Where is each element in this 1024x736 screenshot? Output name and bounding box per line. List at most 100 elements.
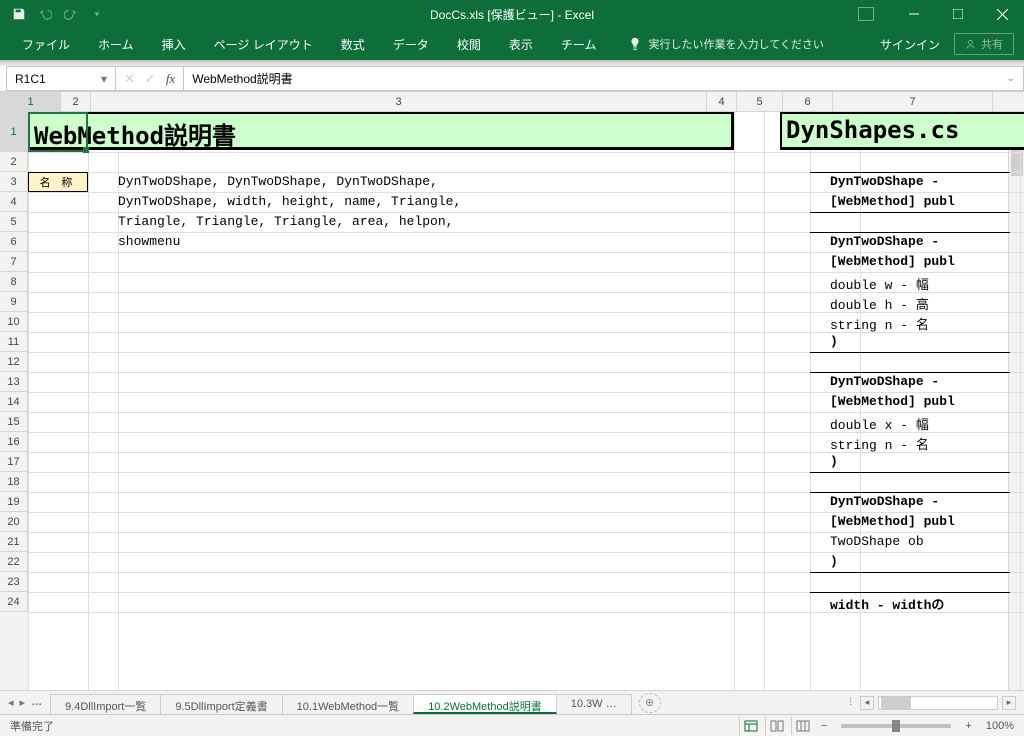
code-text[interactable]: ): [830, 454, 838, 469]
zoom-slider[interactable]: [841, 724, 951, 728]
select-all-button[interactable]: [0, 92, 1, 112]
row-header[interactable]: 24: [0, 592, 28, 612]
page-break-view-icon[interactable]: [791, 717, 815, 735]
zoom-out-button[interactable]: −: [817, 720, 831, 732]
ribbon-tab-8[interactable]: チーム: [547, 28, 611, 60]
row-header[interactable]: 22: [0, 552, 28, 572]
close-button[interactable]: [980, 0, 1024, 28]
ribbon-tab-1[interactable]: ホーム: [84, 28, 148, 60]
redo-icon[interactable]: [60, 3, 82, 25]
row-header[interactable]: 21: [0, 532, 28, 552]
code-text[interactable]: DynTwoDShape -: [830, 374, 939, 389]
ribbon-tab-2[interactable]: 挿入: [148, 28, 200, 60]
code-text[interactable]: [WebMethod] publ: [830, 194, 955, 209]
page-layout-view-icon[interactable]: [765, 717, 789, 735]
ribbon-tab-0[interactable]: ファイル: [8, 28, 84, 60]
row-header[interactable]: 3: [0, 172, 28, 192]
scrollbar-thumb[interactable]: [881, 697, 911, 709]
new-sheet-button[interactable]: ⊕: [639, 693, 661, 713]
minimize-button[interactable]: [892, 0, 936, 28]
column-header[interactable]: 5: [737, 92, 783, 112]
formula-input[interactable]: WebMethod説明書 ⌄: [183, 66, 1024, 91]
column-header[interactable]: 8: [993, 92, 1024, 112]
row-header[interactable]: 11: [0, 332, 28, 352]
body-text[interactable]: DynTwoDShape, width, height, name, Trian…: [118, 194, 461, 209]
row-header[interactable]: 5: [0, 212, 28, 232]
code-text[interactable]: width - widthの: [830, 594, 944, 613]
row-header[interactable]: 23: [0, 572, 28, 592]
row-header[interactable]: 14: [0, 392, 28, 412]
column-header[interactable]: 7: [833, 92, 993, 112]
row-header[interactable]: 7: [0, 252, 28, 272]
code-text[interactable]: DynTwoDShape -: [830, 494, 939, 509]
sheet-nav-first-icon[interactable]: ◂: [8, 696, 14, 709]
row-header[interactable]: 9: [0, 292, 28, 312]
name-box[interactable]: R1C1 ▾: [6, 66, 116, 91]
row-header[interactable]: 8: [0, 272, 28, 292]
code-text[interactable]: double x - 幅: [830, 414, 929, 433]
column-header[interactable]: 1: [1, 92, 61, 112]
code-text[interactable]: [WebMethod] publ: [830, 254, 955, 269]
zoom-slider-knob[interactable]: [892, 720, 900, 732]
hscroll-left-icon[interactable]: ◂: [860, 696, 874, 710]
code-text[interactable]: [WebMethod] publ: [830, 514, 955, 529]
sheet-nav-next-icon[interactable]: ▸: [20, 696, 26, 709]
row-header[interactable]: 13: [0, 372, 28, 392]
cancel-formula-icon[interactable]: ✕: [124, 71, 135, 87]
sheet-tab[interactable]: 9.5DllImport定義書: [160, 694, 282, 714]
column-header[interactable]: 4: [707, 92, 737, 112]
code-text[interactable]: double h - 高: [830, 294, 929, 313]
qat-dropdown-icon[interactable]: ▾: [86, 3, 108, 25]
body-text[interactable]: Triangle, Triangle, Triangle, area, help…: [118, 214, 453, 229]
code-text[interactable]: DynTwoDShape -: [830, 234, 939, 249]
row-header[interactable]: 6: [0, 232, 28, 252]
zoom-in-button[interactable]: +: [961, 720, 975, 732]
cells-area[interactable]: WebMethod説明書DynShapes.cs名 称DynTwoDShape,…: [28, 112, 1024, 690]
chevron-down-icon[interactable]: ▾: [101, 72, 107, 86]
row-header[interactable]: 4: [0, 192, 28, 212]
code-text[interactable]: ): [830, 334, 838, 349]
row-header[interactable]: 10: [0, 312, 28, 332]
sheet-tab[interactable]: 10.3W …: [556, 694, 632, 714]
code-text[interactable]: DynTwoDShape -: [830, 174, 939, 189]
expand-formula-bar-icon[interactable]: ⌄: [1007, 73, 1015, 84]
share-button[interactable]: 共有: [954, 33, 1014, 55]
ribbon-tab-3[interactable]: ページ レイアウト: [200, 28, 327, 60]
code-text[interactable]: [WebMethod] publ: [830, 394, 955, 409]
code-text[interactable]: TwoDShape ob: [830, 534, 924, 549]
signin-link[interactable]: サインイン: [880, 36, 940, 53]
zoom-level[interactable]: 100%: [986, 720, 1014, 732]
ribbon-tab-4[interactable]: 数式: [327, 28, 379, 60]
ribbon-tab-5[interactable]: データ: [379, 28, 443, 60]
sheet-tab[interactable]: 10.1WebMethod一覧: [282, 694, 415, 714]
row-header[interactable]: 1: [0, 112, 28, 152]
sheet-nav-more-icon[interactable]: …: [31, 696, 42, 709]
code-text[interactable]: string n - 名: [830, 314, 929, 333]
row-header[interactable]: 12: [0, 352, 28, 372]
sheet-title-right[interactable]: DynShapes.cs: [780, 112, 1024, 150]
maximize-button[interactable]: [936, 0, 980, 28]
row-header[interactable]: 17: [0, 452, 28, 472]
ribbon-display-options[interactable]: [858, 7, 874, 21]
ribbon-tab-7[interactable]: 表示: [495, 28, 547, 60]
row-header[interactable]: 16: [0, 432, 28, 452]
code-text[interactable]: ): [830, 554, 838, 569]
enter-formula-icon[interactable]: ✓: [145, 71, 156, 87]
row-header[interactable]: 15: [0, 412, 28, 432]
code-text[interactable]: string n - 名: [830, 434, 929, 453]
insert-function-button[interactable]: fx: [166, 71, 175, 87]
tell-me-search[interactable]: 実行したい作業を入力してください: [610, 36, 823, 52]
save-icon[interactable]: [8, 3, 30, 25]
body-text[interactable]: DynTwoDShape, DynTwoDShape, DynTwoDShape…: [118, 174, 438, 189]
column-header[interactable]: 3: [91, 92, 707, 112]
code-text[interactable]: double w - 幅: [830, 274, 929, 293]
row-header[interactable]: 18: [0, 472, 28, 492]
row-header[interactable]: 2: [0, 152, 28, 172]
sheet-tab[interactable]: 10.2WebMethod説明書: [413, 694, 557, 714]
row-header[interactable]: 19: [0, 492, 28, 512]
horizontal-scrollbar[interactable]: [878, 696, 998, 710]
normal-view-icon[interactable]: [739, 717, 763, 735]
worksheet-grid[interactable]: 12345678 1234567891011121314151617181920…: [0, 92, 1024, 690]
label-cell[interactable]: 名 称: [28, 172, 88, 192]
row-header[interactable]: 20: [0, 512, 28, 532]
